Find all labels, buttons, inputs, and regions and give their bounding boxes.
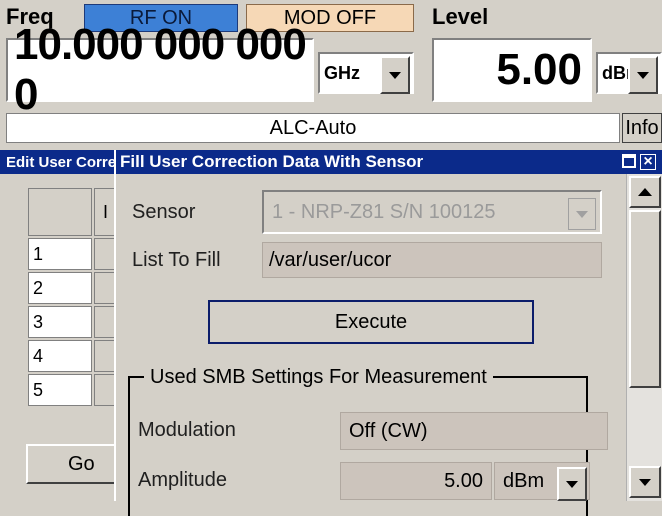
- go-button[interactable]: Go: [26, 444, 118, 484]
- edit-user-correction-titlebar[interactable]: Edit User Correction Data: [0, 150, 118, 174]
- modulation-value: Off (CW): [340, 412, 608, 450]
- table-row-header[interactable]: 1: [28, 238, 92, 270]
- list-to-fill-label: List To Fill: [132, 248, 221, 271]
- scroll-down-icon[interactable]: [629, 466, 661, 498]
- level-label: Level: [432, 4, 489, 29]
- amplitude-unit-label: dBm: [503, 469, 545, 492]
- scroll-thumb[interactable]: [629, 210, 661, 388]
- info-button[interactable]: Info: [622, 113, 662, 143]
- vertical-scrollbar[interactable]: [626, 174, 662, 501]
- freq-unit-label: GHz: [324, 62, 360, 83]
- close-icon[interactable]: ×: [640, 154, 656, 170]
- dialog-title: Fill User Correction Data With Sensor: [120, 152, 424, 171]
- table-row-header[interactable]: 3: [28, 306, 92, 338]
- level-value-field[interactable]: 5.00: [432, 38, 592, 102]
- alc-status-field: ALC-Auto: [6, 113, 620, 143]
- sensor-label: Sensor: [132, 200, 196, 223]
- execute-button[interactable]: Execute: [208, 300, 534, 344]
- dialog-titlebar[interactable]: Fill User Correction Data With Sensor: [116, 150, 662, 174]
- chevron-down-icon: [557, 467, 587, 501]
- level-unit-select[interactable]: dBm: [596, 52, 662, 94]
- fill-correction-dialog: Fill User Correction Data With Sensor × …: [114, 150, 662, 516]
- freq-unit-select[interactable]: GHz: [318, 52, 414, 94]
- amplitude-label: Amplitude: [138, 468, 227, 491]
- table-row-header[interactable]: 4: [28, 340, 92, 372]
- group-title: Used SMB Settings For Measurement: [144, 364, 493, 390]
- scroll-up-icon[interactable]: [629, 176, 661, 208]
- table-row-header[interactable]: 5: [28, 374, 92, 406]
- modulation-label: Modulation: [138, 418, 236, 441]
- sensor-value: 1 - NRP-Z81 S/N 100125: [272, 200, 496, 223]
- chevron-down-icon: [568, 198, 596, 230]
- list-to-fill-field[interactable]: /var/user/ucor: [262, 242, 602, 278]
- chevron-down-icon[interactable]: [628, 56, 658, 94]
- amplitude-value: 5.00: [340, 462, 492, 500]
- freq-value-field[interactable]: 10.000 000 000 0: [6, 20, 314, 119]
- chevron-down-icon[interactable]: [380, 56, 410, 94]
- table-corner-cell: [28, 188, 92, 236]
- table-row-header[interactable]: 2: [28, 272, 92, 304]
- sensor-select: 1 - NRP-Z81 S/N 100125: [262, 190, 602, 234]
- maximize-icon[interactable]: [622, 154, 636, 168]
- amplitude-unit-select: dBm: [494, 462, 590, 501]
